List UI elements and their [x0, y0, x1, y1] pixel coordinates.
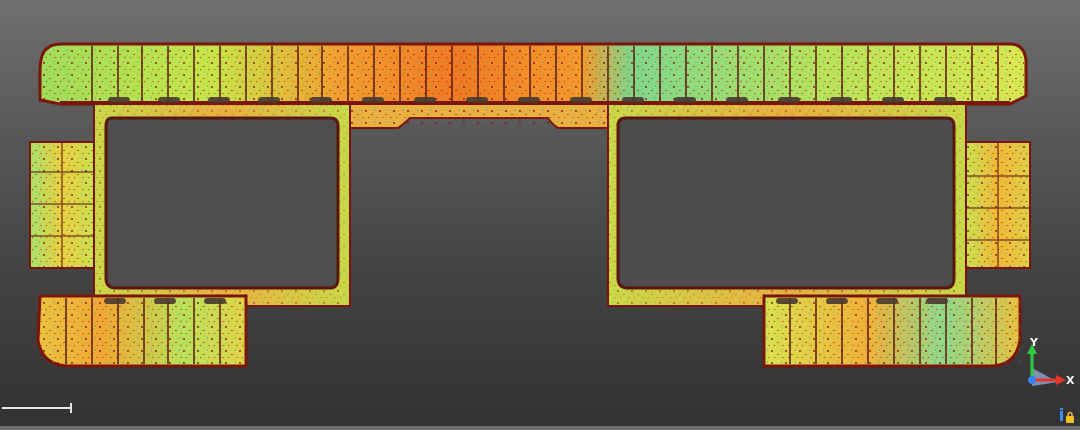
center-connector [343, 103, 611, 129]
info-lock-icon[interactable] [1059, 408, 1075, 424]
right-frame [607, 103, 967, 307]
top-structure [38, 42, 1028, 106]
point-cloud-scene [29, 42, 1031, 368]
scale-bar-icon [2, 402, 72, 414]
scale-bar-tick [70, 403, 72, 413]
3d-viewport[interactable]: Y X [0, 0, 1080, 426]
scale-bar-line [2, 407, 70, 409]
y-axis-label: Y [1030, 336, 1038, 349]
info-lock-graphic [1060, 408, 1074, 423]
left-side-panel [29, 141, 95, 269]
x-axis-label: X [1066, 374, 1075, 387]
bottom-left-structure [36, 294, 248, 368]
left-frame [93, 103, 351, 307]
axis-gizmo-icon[interactable]: Y X [1018, 336, 1080, 394]
right-side-panel [965, 141, 1031, 269]
bottom-right-structure [762, 294, 1022, 368]
